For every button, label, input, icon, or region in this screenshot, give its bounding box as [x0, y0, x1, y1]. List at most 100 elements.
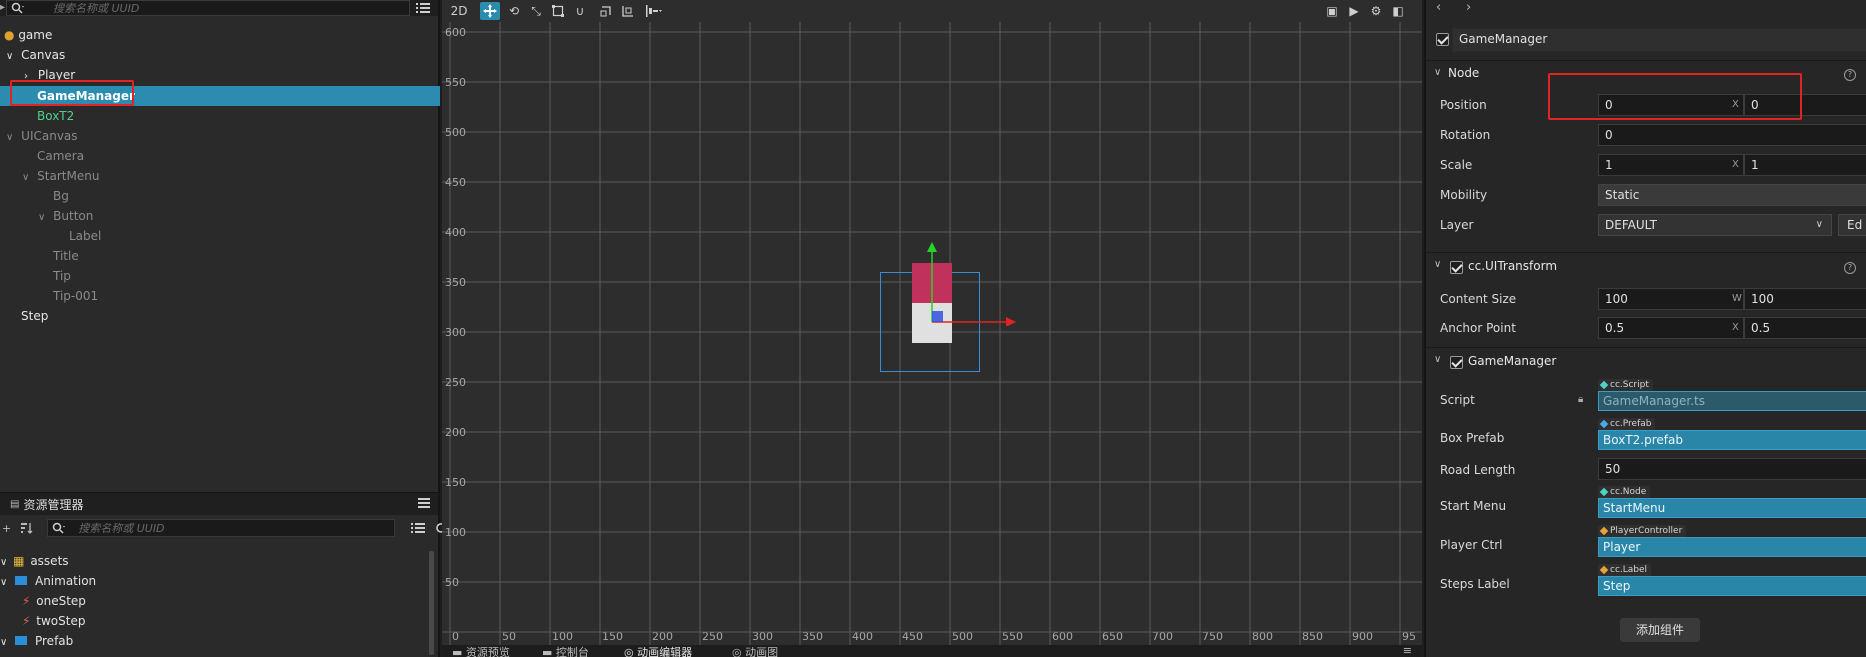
rotate-tool-icon[interactable]: ⟲	[504, 2, 524, 20]
mobility-select[interactable]: Static	[1598, 184, 1866, 206]
box-prefab-field[interactable]: BoxT2.prefab	[1598, 430, 1866, 450]
shading-icon[interactable]: ◧	[1388, 2, 1408, 20]
anchor-x-input[interactable]: 0.5	[1598, 317, 1744, 339]
forward-arrow-icon[interactable]: ›	[1466, 0, 1471, 15]
add-component-button[interactable]: 添加组件	[1620, 618, 1700, 642]
asset-row-assets[interactable]: ∨ ▦ assets	[0, 552, 69, 570]
road-length-input[interactable]: 50	[1598, 458, 1866, 480]
road-length-value: 50	[1605, 462, 1621, 476]
player-ctrl-field[interactable]: Player	[1598, 537, 1866, 557]
chevron-down-icon[interactable]: ∨	[0, 637, 7, 648]
scale-tool-icon[interactable]: ⤡	[526, 2, 546, 20]
start-menu-type-tag: cc.Node	[1598, 486, 1651, 498]
chevron-down-icon[interactable]: ∨	[6, 51, 13, 62]
hierarchy-search-row: ▸ 搜索名称或 UUID	[0, 0, 438, 16]
help-icon[interactable]: ?	[1844, 262, 1856, 274]
tab-asset-preview[interactable]: ▬ 资源预览	[452, 644, 510, 657]
help-icon[interactable]: ?	[1844, 69, 1856, 81]
rect-tool-icon[interactable]	[548, 2, 568, 20]
bottom-tab-bar: ▬ 资源预览 ▬ 控制台 ◎ 动画编辑器 ◎ 动画图 ≡	[442, 644, 1422, 657]
asset-label: assets	[30, 554, 69, 568]
tree-node-uicanvas[interactable]: ∨ UICanvas	[6, 127, 78, 145]
tree-node-tip-001[interactable]: Tip-001	[53, 287, 98, 305]
mode-2d-button[interactable]: 2D	[448, 2, 470, 20]
tree-node-canvas[interactable]: ∨ Canvas	[6, 46, 65, 64]
tree-node-label-node[interactable]: Label	[69, 227, 101, 245]
asset-row-twostep[interactable]: ⚡ twoStep	[22, 612, 85, 630]
tree-node-label: Label	[69, 229, 102, 243]
start-menu-field[interactable]: StartMenu	[1598, 498, 1866, 518]
node-active-checkbox[interactable]	[1436, 33, 1449, 46]
tab-animation-graph[interactable]: ◎ 动画图	[732, 644, 778, 657]
content-height-value: 100	[1751, 292, 1774, 306]
asset-row-prefab[interactable]: ∨ Prefab	[0, 632, 73, 650]
tab-animation-editor[interactable]: ◎ 动画编辑器	[624, 644, 692, 657]
y-tick-label: 400	[445, 226, 466, 239]
move-gizmo[interactable]	[924, 240, 1024, 326]
chevron-down-icon[interactable]: ∨	[6, 132, 13, 143]
local-coord-icon[interactable]	[596, 2, 616, 20]
asset-row-animation[interactable]: ∨ Animation	[0, 572, 96, 590]
tree-node-boxt2[interactable]: BoxT2	[37, 107, 74, 125]
chevron-down-icon[interactable]: ∨	[38, 212, 45, 223]
add-component-label: 添加组件	[1635, 623, 1684, 637]
tree-node-bg[interactable]: Bg	[53, 187, 69, 205]
tab-menu-icon[interactable]: ≡	[1403, 644, 1412, 657]
scene-view[interactable]: 0 50 100 150 200 250 300 350 400 450 500 550 600 650 7…	[442, 0, 1422, 657]
chevron-down-icon[interactable]: ∨	[0, 557, 7, 568]
content-width-value: 100	[1605, 292, 1628, 306]
anchor-y-input[interactable]: 0.5	[1744, 317, 1866, 339]
uitransform-section-header[interactable]: ∨ cc.UITransform ?	[1426, 252, 1866, 280]
layer-select[interactable]: DEFAULT ∨	[1598, 214, 1832, 236]
chevron-down-icon[interactable]: ∨	[22, 172, 29, 183]
list-menu-icon[interactable]	[416, 2, 434, 14]
scale-y-input[interactable]: 1	[1744, 154, 1866, 176]
gamemanager-enabled-checkbox[interactable]	[1450, 356, 1463, 369]
gear-icon[interactable]: ⚙	[1366, 2, 1386, 20]
scale-x-input[interactable]: 1	[1598, 154, 1744, 176]
assets-menu-icon[interactable]	[418, 498, 430, 508]
tree-node-game[interactable]: ● game	[4, 26, 52, 44]
chevron-down-icon[interactable]: ∨	[0, 577, 7, 588]
assets-scrollbar[interactable]	[429, 551, 434, 655]
chevron-down-icon[interactable]: ∨	[1434, 67, 1441, 78]
gamemanager-section-header[interactable]: ∨ GameManager	[1426, 347, 1866, 375]
tree-node-step[interactable]: Step	[21, 307, 48, 325]
animation-clip-icon: ⚡	[22, 594, 31, 608]
pivot-icon[interactable]	[618, 2, 638, 20]
tree-node-startmenu[interactable]: ∨ StartMenu	[22, 167, 99, 185]
rotation-input[interactable]: 0	[1598, 124, 1866, 146]
sort-icon[interactable]	[21, 522, 35, 534]
gizmo-toggle-icon[interactable]: ▣	[1322, 2, 1342, 20]
tree-node-camera[interactable]: Camera	[37, 147, 84, 165]
hierarchy-search-input[interactable]: 搜索名称或 UUID	[6, 0, 410, 16]
uitransform-enabled-checkbox[interactable]	[1450, 261, 1463, 274]
asset-label: twoStep	[36, 614, 86, 628]
chevron-down-icon[interactable]: ∨	[1434, 259, 1441, 270]
player-ctrl-type: PlayerController	[1610, 526, 1683, 536]
add-icon[interactable]: +	[2, 522, 11, 535]
steps-label-field[interactable]: Step	[1598, 576, 1866, 596]
tree-node-tip[interactable]: Tip	[53, 267, 71, 285]
camera-icon[interactable]: ▶	[1344, 2, 1364, 20]
asset-row-onestep[interactable]: ⚡ oneStep	[22, 592, 86, 610]
content-width-input[interactable]: 100	[1598, 288, 1744, 310]
magnet-tool-icon[interactable]: ∪	[570, 2, 590, 20]
tree-node-button[interactable]: ∨ Button	[38, 207, 93, 225]
content-height-input[interactable]: 100	[1744, 288, 1866, 310]
layer-edit-button[interactable]: Ed	[1838, 214, 1866, 236]
tab-console[interactable]: ▬ 控制台	[542, 644, 589, 657]
tree-node-title[interactable]: Title	[53, 247, 79, 265]
align-tool-icon[interactable]	[642, 2, 666, 20]
move-tool-icon[interactable]	[480, 2, 500, 20]
assets-toolbar: + 搜索名称或 UUID	[0, 515, 446, 541]
back-arrow-icon[interactable]: ‹	[1436, 0, 1441, 15]
node-name-input[interactable]: GameManager	[1452, 28, 1866, 52]
list-view-icon[interactable]	[411, 522, 426, 534]
node-section-title: Node	[1448, 66, 1480, 80]
collapse-icon[interactable]: ▸	[0, 2, 5, 14]
chevron-down-icon[interactable]: ∨	[1434, 354, 1441, 365]
y-tick-label: 200	[445, 426, 466, 439]
assets-search-input[interactable]: 搜索名称或 UUID	[47, 519, 396, 537]
player-ctrl-type-tag: PlayerController	[1598, 525, 1687, 537]
